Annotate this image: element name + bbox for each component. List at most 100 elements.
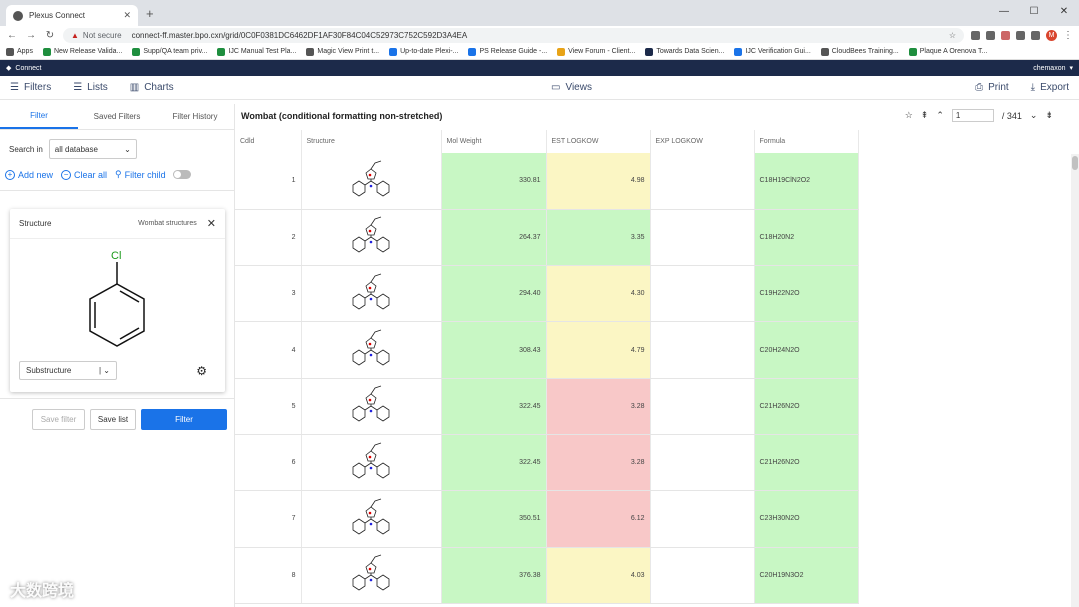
cell-structure[interactable]: [301, 434, 442, 492]
lists-button[interactable]: ☰ Lists: [73, 82, 108, 93]
clear-all-button[interactable]: − Clear all: [61, 169, 107, 180]
profile-avatar[interactable]: M: [1046, 29, 1057, 41]
cell-structure[interactable]: [301, 490, 442, 548]
save-list-button[interactable]: Save list: [90, 409, 136, 430]
table-row[interactable]: 1 330.81 4.98 C18H19ClN2O2: [235, 153, 859, 210]
charts-button[interactable]: ▥ Charts: [130, 82, 174, 93]
col-header[interactable]: Structure: [301, 130, 442, 153]
new-tab-icon[interactable]: +: [146, 6, 154, 21]
chlorobenzene-structure[interactable]: Cl: [50, 239, 190, 354]
tab-filter[interactable]: Filter: [0, 104, 78, 129]
cell-mol-weight[interactable]: 350.51: [441, 490, 547, 548]
cell-mol-weight[interactable]: 264.37: [441, 209, 547, 267]
cell-formula[interactable]: C18H19ClN2O2: [754, 153, 859, 210]
cell-formula[interactable]: C19H22N2O: [754, 265, 859, 323]
cell-structure[interactable]: [301, 209, 442, 267]
bookmark-item[interactable]: IJC Manual Test Pla...: [217, 47, 296, 56]
bookmark-item[interactable]: CloudBees Training...: [820, 47, 899, 56]
bookmark-item[interactable]: New Release Valida...: [42, 47, 122, 56]
cell-mol-weight[interactable]: 322.45: [441, 434, 547, 492]
close-icon[interactable]: ✕: [207, 217, 216, 230]
filter-child-toggle[interactable]: ⚲ Filter child: [115, 169, 191, 180]
star-icon[interactable]: ☆: [905, 110, 913, 121]
cell-formula[interactable]: C18H20N2: [754, 209, 859, 267]
views-button[interactable]: ▭ Views: [551, 82, 592, 93]
add-new-button[interactable]: + Add new: [5, 169, 53, 180]
col-header[interactable]: EXP LOGKOW: [650, 130, 755, 153]
extension-icon[interactable]: [1001, 30, 1010, 40]
cell-structure[interactable]: [301, 153, 442, 210]
page-input[interactable]: 1: [951, 109, 994, 122]
cell-est-logkow[interactable]: 4.03: [546, 547, 651, 604]
cell-mol-weight[interactable]: 294.40: [441, 265, 547, 323]
gear-icon[interactable]: ⚙: [196, 364, 207, 378]
cell-formula[interactable]: C23H30N2O: [754, 490, 859, 548]
extension-icon[interactable]: [1031, 30, 1040, 40]
cell-exp-logkow[interactable]: [650, 547, 755, 604]
search-mode-select[interactable]: Substructure | ⌄: [19, 361, 117, 380]
cell-cdid[interactable]: 7: [235, 490, 302, 548]
chevron-down-icon[interactable]: ▾: [1069, 64, 1073, 72]
cell-est-logkow[interactable]: 3.28: [546, 378, 651, 435]
cell-cdid[interactable]: 2: [235, 209, 302, 267]
cell-cdid[interactable]: 5: [235, 378, 302, 435]
browser-tab[interactable]: Plexus Connect ✕: [6, 5, 138, 26]
extension-icon[interactable]: [1016, 30, 1025, 40]
user-menu[interactable]: chemaxon: [1033, 65, 1065, 72]
print-button[interactable]: ⎙ Print: [975, 82, 1009, 93]
save-filter-button[interactable]: Save filter: [32, 409, 85, 430]
extension-icon[interactable]: [971, 30, 980, 40]
bookmark-item[interactable]: Towards Data Scien...: [645, 47, 724, 56]
bookmark-item[interactable]: Up-to-date Plexi-...: [389, 47, 458, 56]
table-row[interactable]: 4 308.43 4.79 C20H24N2O: [235, 321, 859, 379]
bookmark-item[interactable]: View Forum - Client...: [557, 47, 635, 56]
back-icon[interactable]: ←: [6, 30, 18, 41]
bookmark-item[interactable]: Magic View Print t...: [306, 47, 379, 56]
cell-exp-logkow[interactable]: [650, 321, 755, 379]
cell-est-logkow[interactable]: 4.79: [546, 321, 651, 379]
cell-formula[interactable]: C20H24N2O: [754, 321, 859, 379]
toggle-switch[interactable]: [172, 170, 191, 179]
minimize-icon[interactable]: —: [989, 0, 1019, 22]
cell-est-logkow[interactable]: 4.98: [546, 153, 651, 210]
table-row[interactable]: 7 350.51 6.12 C23H30N2O: [235, 490, 859, 548]
cell-cdid[interactable]: 8: [235, 547, 302, 604]
bookmark-item[interactable]: IJC Verification Gui...: [734, 47, 811, 56]
cell-structure[interactable]: [301, 378, 442, 435]
table-row[interactable]: 2 264.37 3.35 C18H20N2: [235, 209, 859, 267]
cell-exp-logkow[interactable]: [650, 209, 755, 267]
bookmark-item[interactable]: PS Release Guide -...: [468, 47, 547, 56]
extension-icon[interactable]: [986, 30, 995, 40]
prev-page-icon[interactable]: ⌃: [936, 110, 944, 121]
cell-cdid[interactable]: 4: [235, 321, 302, 379]
reload-icon[interactable]: ↻: [44, 30, 56, 41]
col-header[interactable]: Formula: [754, 130, 859, 153]
cell-formula[interactable]: C21H26N2O: [754, 434, 859, 492]
col-header[interactable]: Cdld: [235, 130, 302, 153]
forward-icon[interactable]: →: [25, 30, 37, 41]
bookmark-item[interactable]: Plaque A Orenova T...: [908, 47, 987, 56]
cell-exp-logkow[interactable]: [650, 378, 755, 435]
cell-structure[interactable]: [301, 321, 442, 379]
cell-est-logkow[interactable]: 3.35: [546, 209, 651, 267]
cell-est-logkow[interactable]: 6.12: [546, 490, 651, 548]
cell-structure[interactable]: [301, 547, 442, 604]
cell-formula[interactable]: C20H19N3O2: [754, 547, 859, 604]
table-row[interactable]: 6 322.45 3.28 C21H26N2O: [235, 434, 859, 492]
cell-est-logkow[interactable]: 3.28: [546, 434, 651, 492]
tab-filter-history[interactable]: Filter History: [156, 104, 234, 129]
col-header[interactable]: EST LOGKOW: [546, 130, 651, 153]
bookmark-star-icon[interactable]: ☆: [949, 31, 956, 40]
first-page-icon[interactable]: ⇞: [921, 110, 929, 121]
maximize-icon[interactable]: ☐: [1019, 0, 1049, 22]
cell-cdid[interactable]: 1: [235, 153, 302, 210]
cell-formula[interactable]: C21H26N2O: [754, 378, 859, 435]
cell-exp-logkow[interactable]: [650, 434, 755, 492]
cell-mol-weight[interactable]: 376.38: [441, 547, 547, 604]
close-window-icon[interactable]: ✕: [1049, 0, 1079, 22]
cell-structure[interactable]: [301, 265, 442, 323]
vertical-scrollbar[interactable]: [1071, 154, 1079, 607]
bookmark-item[interactable]: Apps: [6, 47, 33, 56]
cell-est-logkow[interactable]: 4.30: [546, 265, 651, 323]
table-row[interactable]: 5 322.45 3.28 C21H26N2O: [235, 378, 859, 435]
